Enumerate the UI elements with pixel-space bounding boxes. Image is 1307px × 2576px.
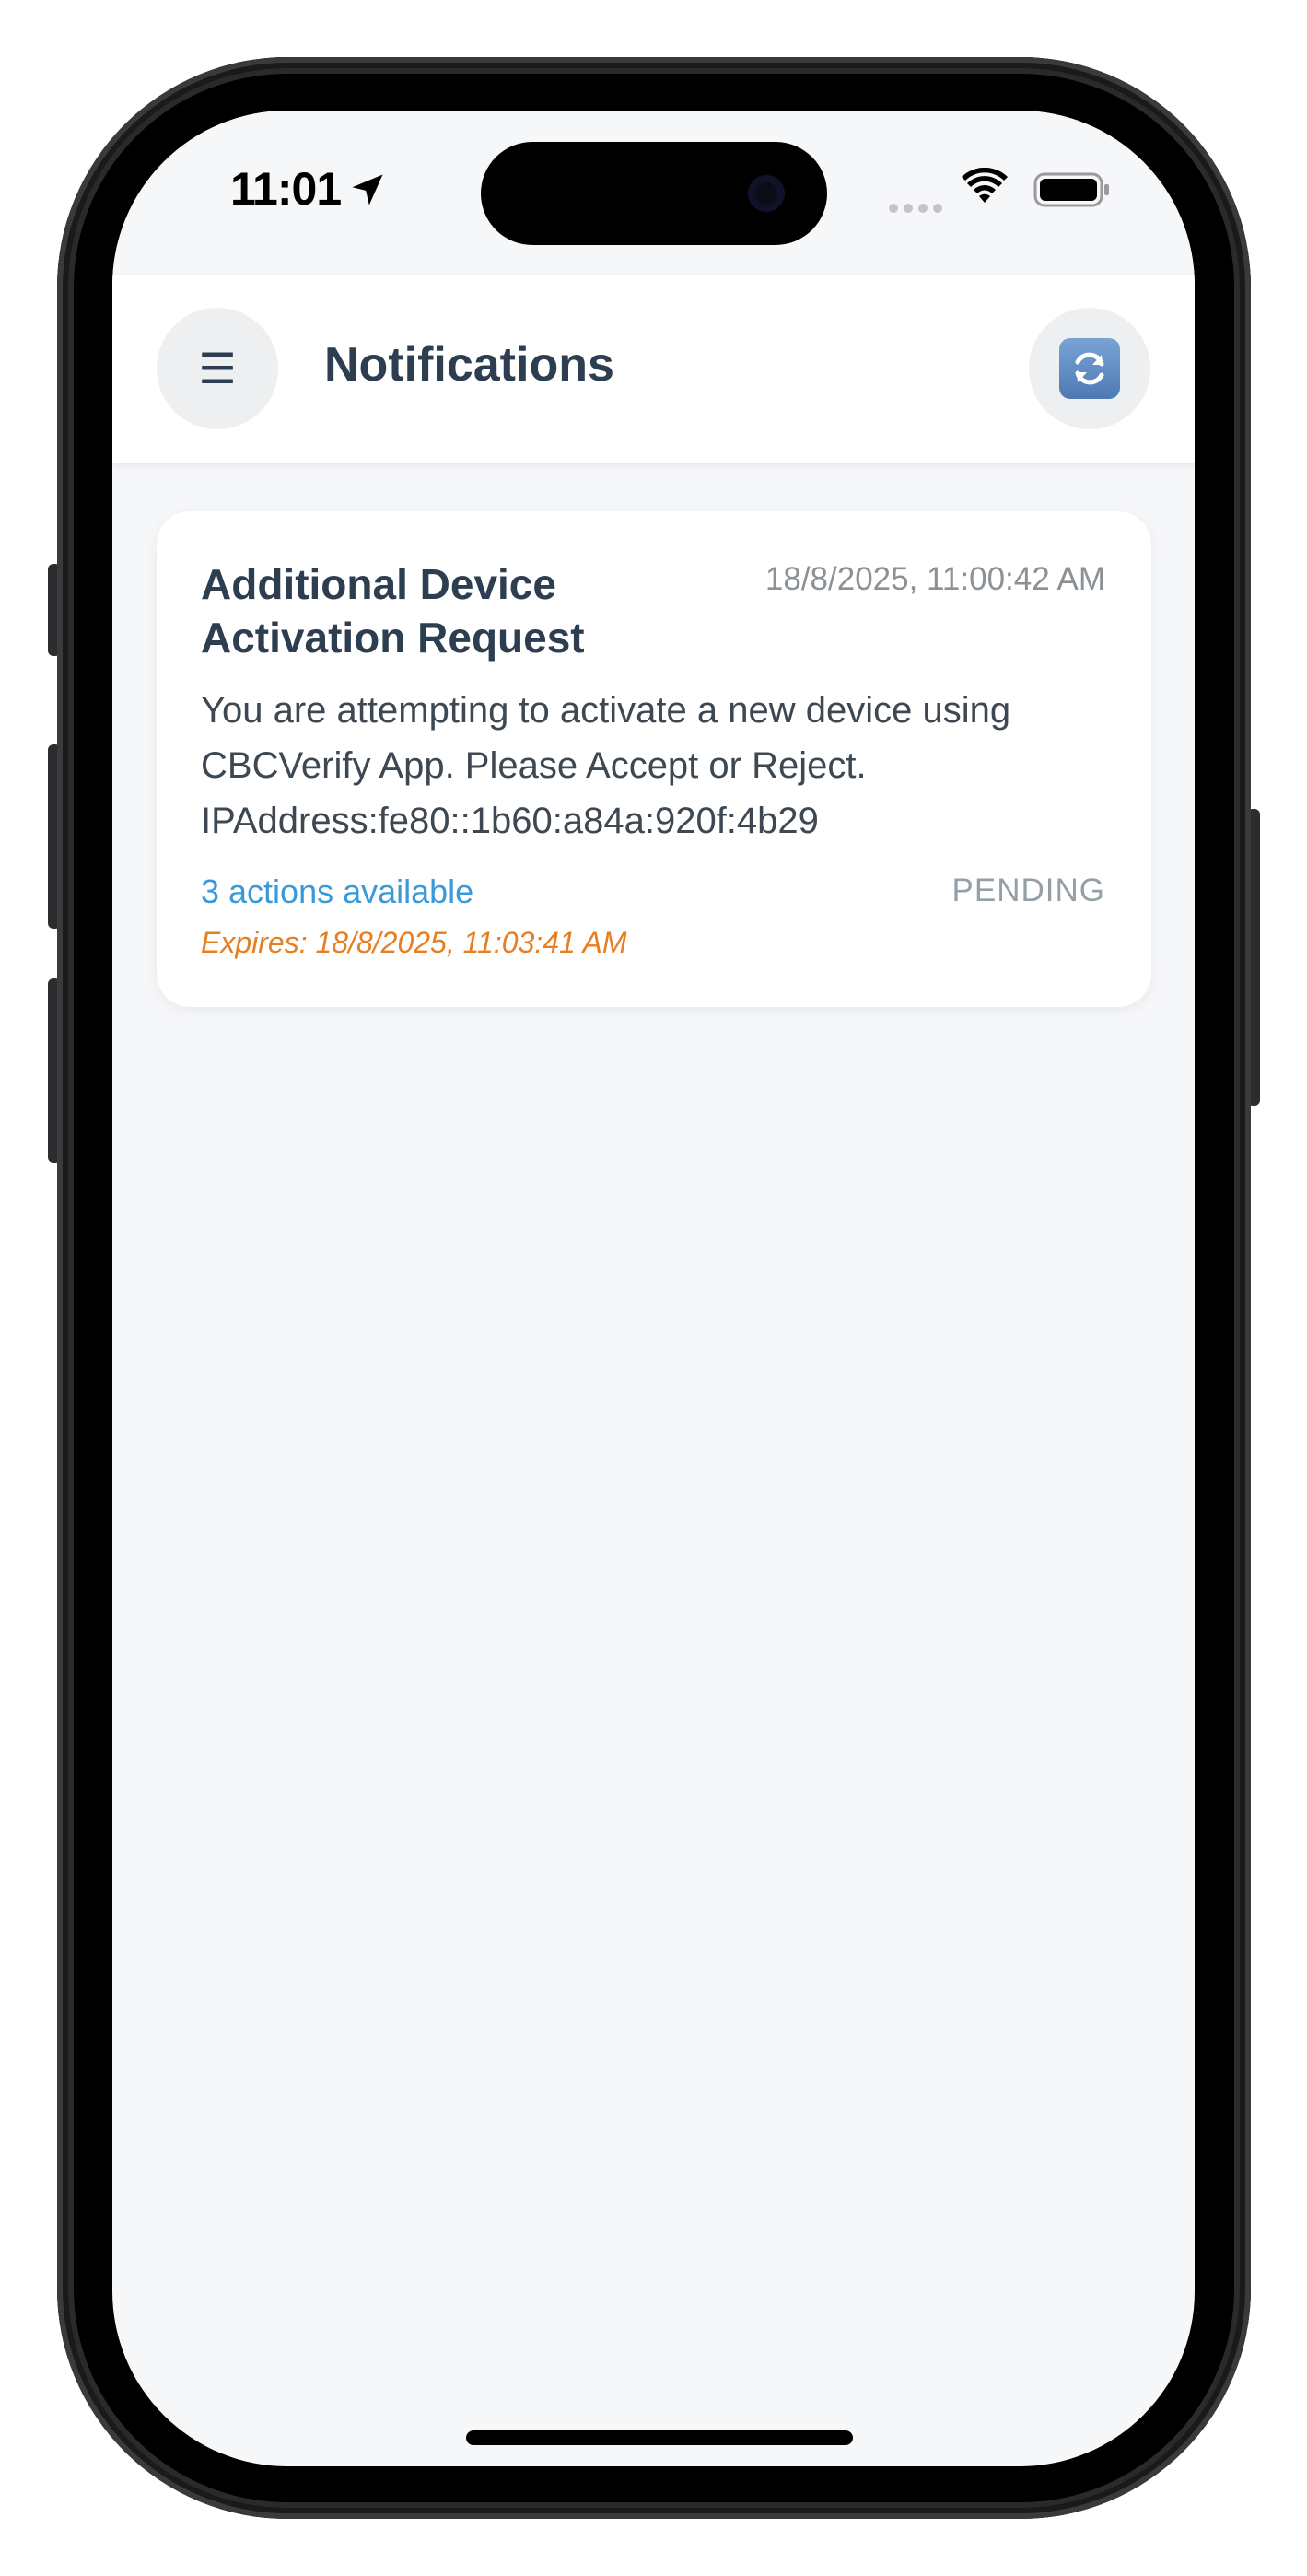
hamburger-menu-icon: ☰ [198,344,237,393]
expires-text: Expires: 18/8/2025, 11:03:41 AM [201,926,627,959]
status-time: 11:01 [230,163,342,215]
app-header: ☰ Notifications [112,275,1195,463]
front-camera-icon [748,175,785,212]
notification-title: Additional Device Activation Request [201,560,585,662]
actions-available-link[interactable]: 3 actions available [201,872,473,911]
device-mockup: 11:01 ☰ Notifications Additional Device … [0,0,1307,2576]
notification-card[interactable]: Additional Device Activation Request 18/… [157,511,1151,1007]
notification-timestamp: 18/8/2025, 11:00:42 AM [764,561,1105,597]
refresh-icon [1059,338,1120,399]
page-title: Notifications [324,338,614,392]
refresh-arrows-icon [1075,352,1104,385]
phone-screen: 11:01 ☰ Notifications Additional Device … [112,111,1195,2466]
wifi-icon [962,168,1008,203]
location-arrow-icon [352,174,383,205]
dynamic-island [481,142,827,245]
status-bar: 11:01 [112,111,1195,275]
notification-message: You are attempting to activate a new dev… [201,690,1011,841]
refresh-button[interactable] [1029,308,1150,429]
status-badge: PENDING [951,872,1105,908]
battery-icon [1033,172,1109,207]
home-indicator[interactable] [466,2430,853,2445]
menu-button[interactable]: ☰ [157,308,278,429]
cellular-signal-icon [889,204,942,213]
